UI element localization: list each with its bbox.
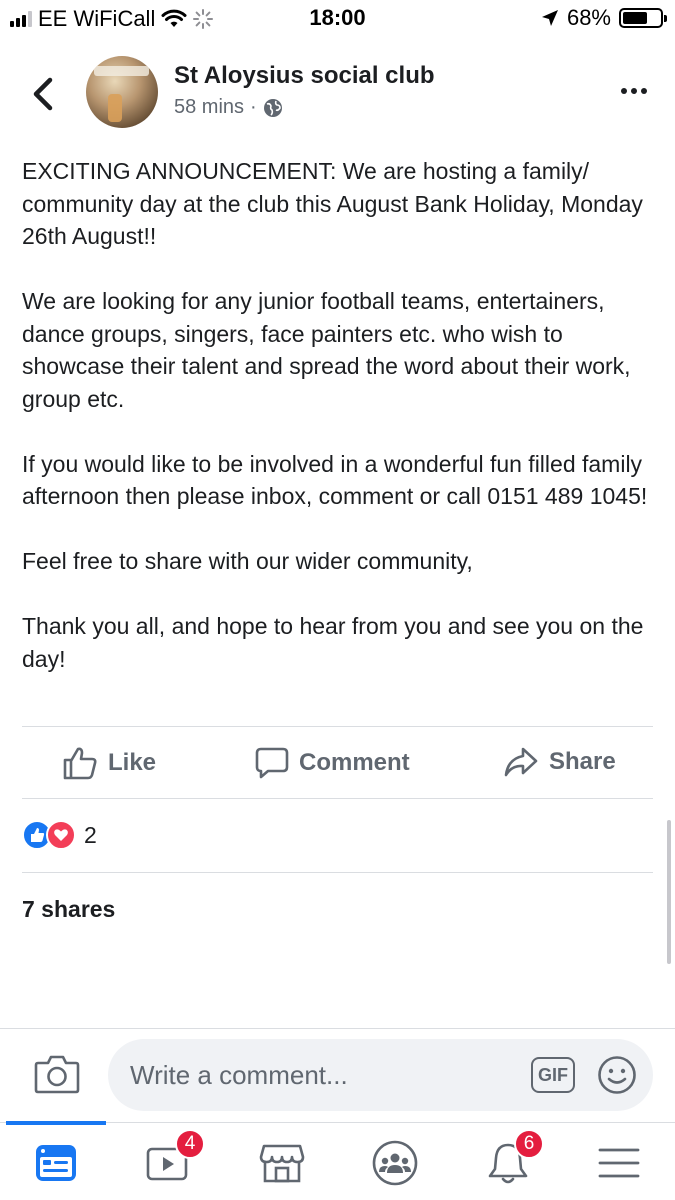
active-tab-indicator xyxy=(6,1121,106,1125)
page-avatar[interactable] xyxy=(86,56,158,128)
post-paragraph: Feel free to share with our wider commun… xyxy=(22,548,473,574)
tab-watch[interactable]: 4 xyxy=(141,1129,205,1191)
comment-label: Comment xyxy=(299,749,410,776)
tab-menu[interactable] xyxy=(591,1135,647,1191)
post-paragraph: If you would like to be involved in a wo… xyxy=(22,450,648,510)
news-feed-icon xyxy=(36,1145,76,1181)
share-button[interactable]: Share xyxy=(503,746,616,778)
page-name[interactable]: St Aloysius social club xyxy=(174,62,435,90)
back-arrow-icon[interactable] xyxy=(28,74,58,114)
tab-groups[interactable] xyxy=(367,1135,423,1191)
shares-count[interactable]: 7 shares xyxy=(22,896,115,923)
status-bar: EE WiFiCall 18:00 68% xyxy=(0,0,675,40)
notifications-badge: 6 xyxy=(514,1129,544,1159)
post-paragraph: We are looking for any junior football t… xyxy=(22,288,631,412)
groups-icon xyxy=(372,1140,418,1186)
post-paragraph: Thank you all, and hope to hear from you… xyxy=(22,613,644,672)
battery-icon xyxy=(619,8,667,28)
comment-bar: GIF xyxy=(0,1028,675,1122)
post-text: EXCITING ANNOUNCEMENT: We are hosting a … xyxy=(22,155,662,708)
divider xyxy=(22,726,653,727)
camera-icon[interactable] xyxy=(34,1053,80,1095)
thumbs-up-icon xyxy=(63,747,97,780)
globe-icon xyxy=(263,98,282,117)
post-time[interactable]: 58 mins xyxy=(174,96,244,119)
watch-badge: 4 xyxy=(175,1129,205,1159)
hamburger-menu-icon xyxy=(598,1148,640,1178)
meta-separator: · xyxy=(250,96,257,118)
more-options-icon[interactable] xyxy=(621,88,647,94)
scrollbar[interactable] xyxy=(667,820,671,964)
divider xyxy=(22,872,653,873)
post-paragraph: EXCITING ANNOUNCEMENT: We are hosting a … xyxy=(22,158,643,249)
marketplace-shop-icon xyxy=(259,1144,305,1183)
tab-marketplace[interactable] xyxy=(254,1135,310,1191)
emoji-icon[interactable] xyxy=(597,1055,637,1095)
battery-level xyxy=(623,12,648,24)
status-right: 68% xyxy=(541,5,667,31)
post-meta: 58 mins · xyxy=(174,96,283,119)
reactions-summary[interactable]: 2 xyxy=(22,820,97,850)
like-label: Like xyxy=(108,749,157,776)
tab-news-feed[interactable] xyxy=(28,1135,84,1191)
gif-button[interactable]: GIF xyxy=(531,1057,575,1093)
like-button[interactable]: Like xyxy=(62,746,156,780)
battery-percent: 68% xyxy=(566,5,611,30)
reaction-count: 2 xyxy=(84,821,97,848)
comment-button[interactable]: Comment xyxy=(255,746,410,780)
post-header: St Aloysius social club 58 mins · xyxy=(0,50,675,136)
post-actions: Like Comment Share xyxy=(0,728,675,798)
divider xyxy=(22,798,653,799)
share-label: Share xyxy=(549,748,616,775)
share-arrow-icon xyxy=(504,747,538,777)
comment-bubble-icon xyxy=(255,747,289,779)
tab-bar: 4 6 xyxy=(0,1121,675,1200)
love-reaction-icon xyxy=(46,820,76,850)
tab-notifications[interactable]: 6 xyxy=(480,1129,544,1191)
location-arrow-icon xyxy=(541,10,558,26)
